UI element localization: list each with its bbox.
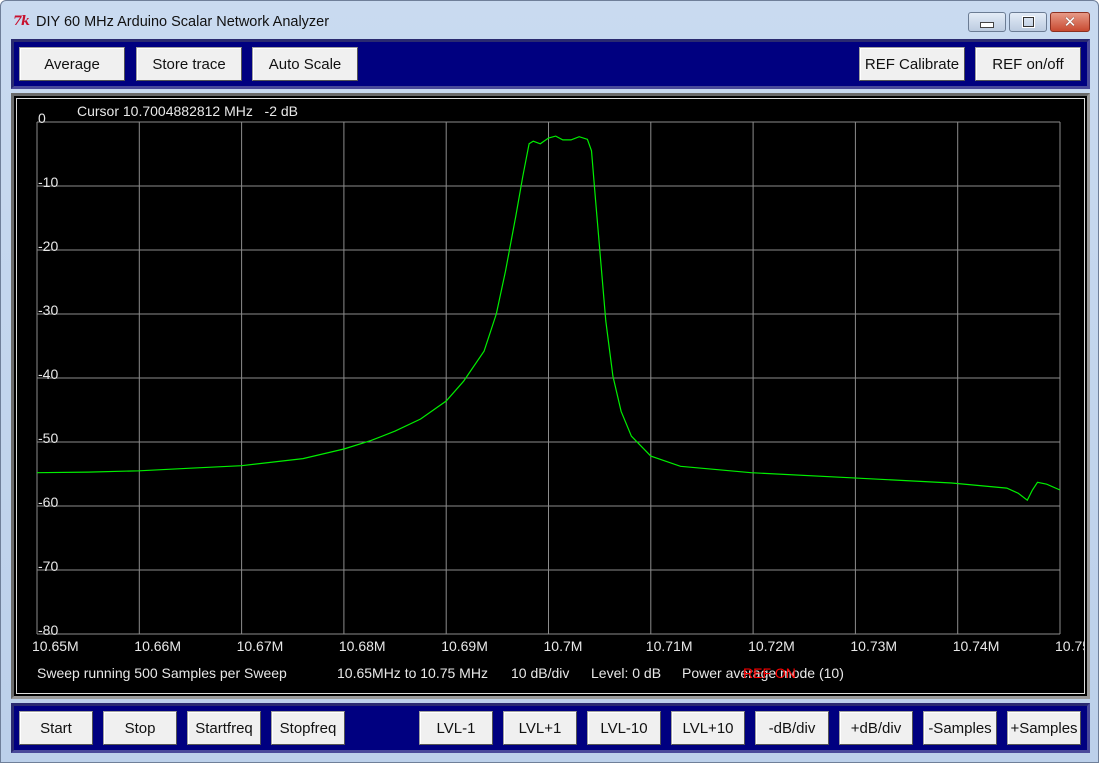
ref-calibrate-button[interactable]: REF Calibrate: [859, 47, 965, 81]
startfreq-button[interactable]: Startfreq: [187, 711, 261, 745]
spectrum-plot[interactable]: 10.65M 10.66M 10.67M 10.68M 10.69M 10.7M 10.71…: [17, 99, 1084, 693]
stop-button[interactable]: Stop: [103, 711, 177, 745]
x-tick-label: 10.65M: [32, 638, 79, 654]
close-icon: ✕: [1063, 13, 1077, 31]
plot-canvas[interactable]: 10.65M 10.66M 10.67M 10.68M 10.69M 10.7M 10.71…: [16, 98, 1085, 694]
samples-minus-button[interactable]: -Samples: [923, 711, 997, 745]
frequency-range: 10.65MHz to 10.75 MHz: [337, 665, 488, 681]
window-title: DIY 60 MHz Arduino Scalar Network Analyz…: [36, 14, 330, 30]
x-tick-label: 10.7M: [544, 638, 583, 654]
auto-scale-button[interactable]: Auto Scale: [252, 47, 358, 81]
x-tick-label: 10.68M: [339, 638, 386, 654]
x-tick-label: 10.67M: [237, 638, 284, 654]
ref-on-off-button[interactable]: REF on/off: [975, 47, 1081, 81]
x-tick-label: 10.66M: [134, 638, 181, 654]
sweep-status: Sweep running 500 Samples per Sweep: [37, 665, 287, 681]
y-tick-label: -70: [38, 558, 58, 574]
cursor-readout: Cursor 10.7004882812 MHz -2 dB: [77, 103, 299, 119]
x-tick-label: 10.72M: [748, 638, 795, 654]
y-tick-label: -80: [38, 622, 58, 638]
top-toolbar: Average Store trace Auto Scale REF Calib…: [11, 39, 1090, 89]
samples-plus-button[interactable]: +Samples: [1007, 711, 1081, 745]
stopfreq-button[interactable]: Stopfreq: [271, 711, 345, 745]
y-tick-label: -60: [38, 494, 58, 510]
y-tick-label: -50: [38, 430, 58, 446]
y-tick-label: -10: [38, 174, 58, 190]
y-tick-label: -30: [38, 302, 58, 318]
level-status: Level: 0 dB: [591, 665, 662, 681]
lvl-minus-1-button[interactable]: LVL-1: [419, 711, 493, 745]
bottom-toolbar: Start Stop Startfreq Stopfreq LVL-1 LVL+…: [11, 703, 1090, 753]
lvl-plus-10-button[interactable]: LVL+10: [671, 711, 745, 745]
db-div-plus-button[interactable]: +dB/div: [839, 711, 913, 745]
x-tick-label: 10.69M: [441, 638, 488, 654]
title-bar[interactable]: 7k DIY 60 MHz Arduino Scalar Network Ana…: [1, 1, 1098, 39]
x-tick-label: 10.73M: [850, 638, 897, 654]
average-button[interactable]: Average: [19, 47, 125, 81]
db-div-minus-button[interactable]: -dB/div: [755, 711, 829, 745]
y-tick-label: -20: [38, 238, 58, 254]
minimize-icon: [969, 13, 1005, 31]
minimize-button[interactable]: [968, 12, 1006, 32]
lvl-plus-1-button[interactable]: LVL+1: [503, 711, 577, 745]
tk-feather-icon: 7k: [13, 14, 30, 29]
app-window: 7k DIY 60 MHz Arduino Scalar Network Ana…: [0, 0, 1099, 763]
y-tick-label: 0: [38, 110, 46, 126]
maximize-icon: [1010, 13, 1046, 31]
close-button[interactable]: ✕: [1050, 12, 1090, 32]
ref-status: REF ON: [743, 665, 796, 681]
store-trace-button[interactable]: Store trace: [136, 47, 242, 81]
maximize-button[interactable]: [1009, 12, 1047, 32]
x-tick-label: 10.74M: [953, 638, 1000, 654]
start-button[interactable]: Start: [19, 711, 93, 745]
lvl-minus-10-button[interactable]: LVL-10: [587, 711, 661, 745]
plot-area[interactable]: 10.65M 10.66M 10.67M 10.68M 10.69M 10.7M 10.71…: [11, 93, 1090, 699]
y-tick-label: -40: [38, 366, 58, 382]
x-tick-label: 10.75: [1055, 638, 1084, 654]
x-tick-label: 10.71M: [646, 638, 693, 654]
scale-status: 10 dB/div: [511, 665, 570, 681]
